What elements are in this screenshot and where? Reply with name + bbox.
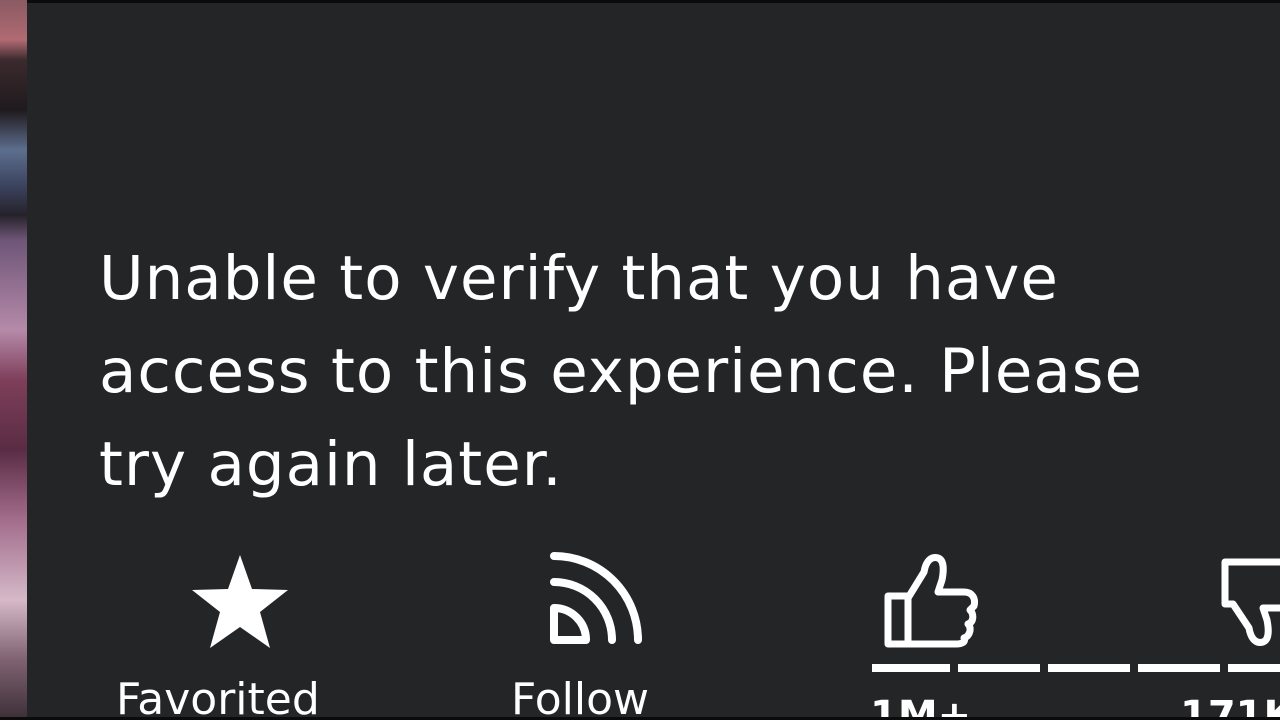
thumbs-down-icon: [1221, 558, 1280, 646]
follow-button[interactable]: Follow: [505, 548, 695, 720]
rss-follow-icon: [550, 552, 642, 644]
dislike-button[interactable]: [1215, 550, 1280, 650]
vote-bar-segment: [1228, 664, 1280, 672]
follow-label: Follow: [511, 674, 650, 720]
thumbnail-edge: [0, 0, 27, 720]
favorite-button[interactable]: Favorited: [110, 550, 370, 720]
vote-bar-segment: [958, 664, 1040, 672]
thumbs-up-icon: [884, 554, 978, 648]
top-border: [0, 0, 1280, 3]
game-details-panel: Unable to verify that you have access to…: [0, 0, 1280, 720]
like-button[interactable]: [878, 550, 988, 650]
vote-ratio-bar: [872, 664, 1280, 672]
favorite-label: Favorited: [116, 674, 320, 720]
star-icon: [192, 555, 288, 648]
vote-bar-segment: [1138, 664, 1220, 672]
vote-bar-segment: [1048, 664, 1130, 672]
vote-bar-segment: [872, 664, 950, 672]
error-message: Unable to verify that you have access to…: [99, 243, 1144, 500]
